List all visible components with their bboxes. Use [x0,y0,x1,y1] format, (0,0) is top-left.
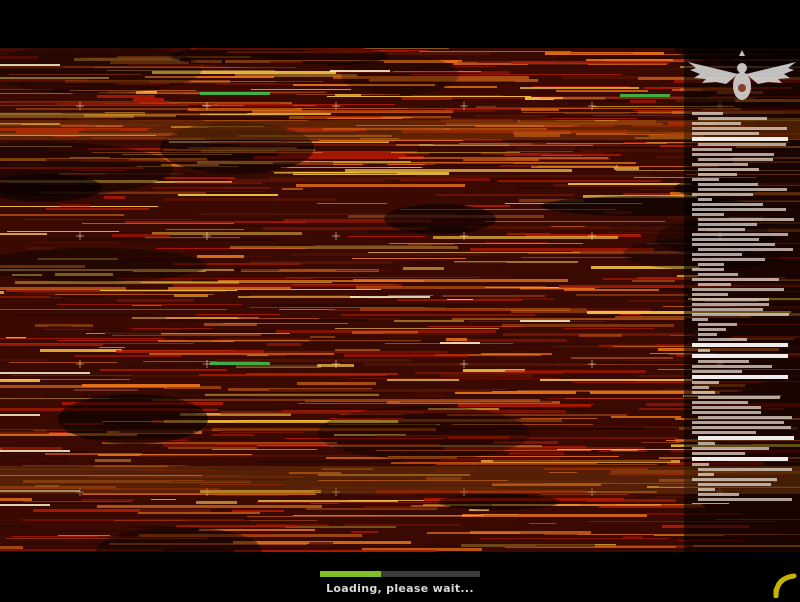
console-line [692,391,715,394]
console-line [692,298,769,301]
console-line [698,223,757,226]
console-line [698,473,714,476]
console-line [698,328,726,331]
console-line [692,132,759,135]
console-line [692,401,748,404]
console-line [692,318,708,321]
console-line [692,203,763,206]
console-line [692,288,784,291]
arc-logo-icon [770,570,798,599]
fire-background-image [0,48,800,552]
console-line [698,483,771,486]
console-line [692,233,788,236]
console-line [692,370,742,373]
console-line [692,258,765,261]
console-line [698,323,737,326]
console-line [692,421,784,424]
console-line [692,243,775,246]
console-line [698,273,738,276]
fire-texture [0,48,800,552]
console-line [692,153,774,156]
console-line [692,278,779,281]
console-line [698,349,710,352]
console-line [692,431,756,434]
loading-screen: Loading, please wait... [0,0,800,600]
console-line [692,112,723,115]
console-line [692,213,724,216]
console-line [692,452,745,455]
console-line [698,248,793,251]
console-line [692,463,709,466]
console-line [692,303,769,306]
console-line [692,386,709,389]
console-line [692,122,741,125]
console-line [692,381,719,384]
console-line [698,360,749,363]
console-line [692,208,786,211]
console-line [692,457,788,461]
winged-bird-emblem-icon [686,48,798,110]
console-line [692,478,777,481]
console-line [692,375,788,379]
console-line [692,308,763,311]
loading-status-text: Loading, please wait... [326,582,474,595]
console-line [698,173,737,176]
console-line [698,188,787,191]
console-line [692,447,769,450]
console-line [692,268,724,271]
console-line [692,293,728,296]
loading-progress-bar [320,571,480,577]
console-line [698,168,759,171]
console-line [692,406,761,409]
console-line [698,283,731,286]
console-line [698,228,745,231]
console-line [692,163,748,166]
console-line [692,426,791,429]
console-line [692,343,788,347]
console-line [692,238,759,241]
console-line [698,436,794,440]
console-line [698,338,747,341]
console-line [692,193,753,196]
console-line [692,127,787,130]
console-line [692,178,719,181]
console-line [692,354,788,358]
console-line [698,218,794,221]
console-line [692,148,732,151]
console-line [698,468,792,471]
console-line [698,263,724,266]
console-line [692,253,742,256]
console-line [698,143,786,146]
console-line [698,158,773,161]
console-line [698,117,767,120]
console-line [698,498,792,501]
loading-progress-fill [320,571,381,577]
console-text-overlay [692,112,796,504]
console-line [692,137,788,141]
console-line [698,396,780,399]
console-line [698,416,792,419]
console-line [692,313,789,316]
console-line [692,411,761,414]
console-line [698,183,758,186]
console-line [698,333,717,336]
console-line [698,488,715,491]
console-line [692,503,729,504]
console-line [698,442,715,445]
console-line [692,365,772,368]
console-line [698,493,739,496]
console-line [698,198,712,201]
